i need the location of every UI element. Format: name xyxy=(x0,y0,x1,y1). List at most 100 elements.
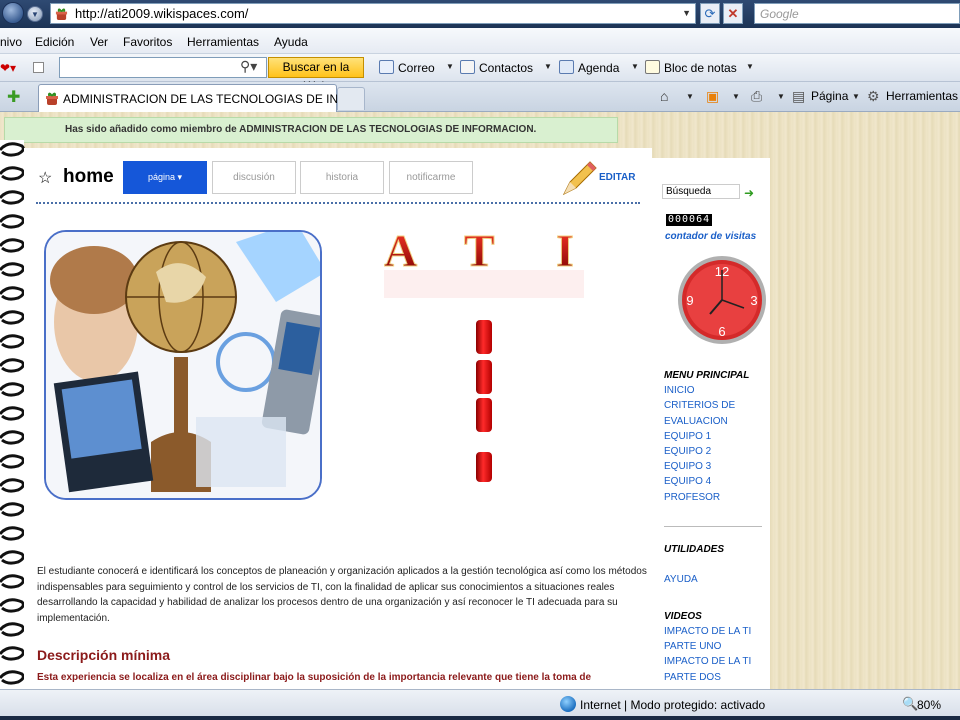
notepad-icon xyxy=(645,60,660,74)
go-arrow-icon[interactable]: ➜ xyxy=(744,186,754,200)
menu-herramientas[interactable]: Herramientas xyxy=(187,35,259,49)
sidebar-edge xyxy=(766,158,770,689)
contacts-button[interactable]: Contactos xyxy=(479,61,533,75)
toolbar-search-input[interactable] xyxy=(59,57,267,78)
binding-ring xyxy=(0,478,25,493)
binding-ring xyxy=(0,286,25,301)
tab-discusion[interactable]: discusión xyxy=(212,161,296,194)
magnifier-icon[interactable]: ⚲▾ xyxy=(240,58,257,75)
stop-icon[interactable]: ✕ xyxy=(723,3,743,24)
zoom-icon[interactable]: 🔍 xyxy=(902,696,918,712)
site-favicon-icon xyxy=(55,8,68,20)
video-link-2[interactable]: IMPACTO DE LA TI xyxy=(664,656,751,667)
sidebar: Búsqueda ➜ 000064 contador de visitas 12… xyxy=(652,158,766,689)
refresh-icon[interactable]: ⟳ xyxy=(700,3,720,24)
mail-dropdown-icon[interactable]: ▼ xyxy=(446,62,454,71)
menu-link-equipo-2[interactable]: EQUIPO 2 xyxy=(664,446,711,457)
video-link-1-part[interactable]: PARTE UNO xyxy=(664,641,721,652)
favorites-star-icon[interactable]: ✚ xyxy=(7,87,20,107)
contacts-dropdown-icon[interactable]: ▼ xyxy=(544,62,552,71)
pencil-icon[interactable] xyxy=(560,160,598,198)
forward-dropdown-button[interactable]: ▼ xyxy=(27,6,43,22)
home-icon[interactable]: ⌂ xyxy=(660,88,668,104)
star-icon[interactable]: ☆ xyxy=(38,168,52,188)
video-link-2-part[interactable]: PARTE DOS xyxy=(664,672,721,683)
mail-icon xyxy=(379,60,394,74)
zoom-level[interactable]: 80% xyxy=(917,698,941,712)
ati-letter-i: I xyxy=(556,228,574,276)
binding-ring xyxy=(0,382,25,397)
binding-ring xyxy=(0,406,25,421)
menu-link-inicio[interactable]: INICIO xyxy=(664,385,695,396)
toolbar-logo-icon[interactable]: ❤▾ xyxy=(0,61,16,75)
tools-menu-button[interactable]: Herramientas xyxy=(886,89,958,103)
ati-banner: A T I xyxy=(384,228,584,298)
utilities-heading: UTILIDADES xyxy=(664,544,724,555)
binding-ring xyxy=(0,454,25,469)
menu-favoritos[interactable]: Favoritos xyxy=(123,35,172,49)
page-dropdown-icon[interactable]: ▼ xyxy=(852,92,860,101)
intro-paragraph: El estudiante conocerá e identificará lo… xyxy=(37,566,647,624)
edit-link[interactable]: EDITAR xyxy=(599,172,635,183)
calendar-dropdown-icon[interactable]: ▼ xyxy=(631,62,639,71)
visit-counter: 000064 xyxy=(666,214,713,226)
clock-9: 9 xyxy=(686,293,693,308)
rss-icon[interactable]: ▣ xyxy=(706,88,719,105)
menu-link-equipo-4[interactable]: EQUIPO 4 xyxy=(664,476,711,487)
menu-link-equipo-3[interactable]: EQUIPO 3 xyxy=(664,461,711,472)
utilities-link-ayuda[interactable]: AYUDA xyxy=(664,574,698,585)
url-field[interactable]: http://ati2009.wikispaces.com/ ▼ xyxy=(50,3,696,24)
notepad-dropdown-icon[interactable]: ▼ xyxy=(746,62,754,71)
hero-image xyxy=(44,230,322,500)
tab-ati[interactable]: ADMINISTRACION DE LAS TECNOLOGIAS DE INF… xyxy=(38,84,354,112)
binding-ring xyxy=(0,310,25,325)
menu-ver[interactable]: Ver xyxy=(90,35,108,49)
tab-pagina[interactable]: página ▾ xyxy=(123,161,207,194)
print-icon[interactable]: ⎙ xyxy=(751,88,762,105)
calendar-button[interactable]: Agenda xyxy=(578,61,619,75)
search-toolbar: ❤▾ ⚲▾ Buscar en la Web Correo ▼ Contacto… xyxy=(0,54,960,93)
main-content: ☆ home página ▾ discusión historia notif… xyxy=(24,148,652,689)
binding-ring xyxy=(0,430,25,445)
ati-letter-a: A xyxy=(384,228,417,276)
back-button[interactable] xyxy=(2,2,24,24)
menu-heading: MENU PRINCIPAL xyxy=(664,370,750,381)
binding-ring xyxy=(0,622,25,637)
toolbar-checkbox-icon[interactable] xyxy=(33,62,44,73)
status-bar: Internet | Modo protegido: activado 🔍 80… xyxy=(0,689,960,720)
menu-ayuda[interactable]: Ayuda xyxy=(274,35,308,49)
binding-ring xyxy=(0,550,25,565)
ati-letter-t: T xyxy=(464,228,495,276)
tab-notificarme[interactable]: notificarme xyxy=(389,161,473,194)
page-viewport[interactable]: Has sido añadido como miembro de ADMINIS… xyxy=(0,112,960,689)
contacts-icon xyxy=(460,60,475,74)
page-menu-button[interactable]: Página xyxy=(811,89,848,103)
red-block-3 xyxy=(476,398,492,432)
binding-ring xyxy=(0,142,25,157)
tab-favicon-icon xyxy=(46,92,58,105)
new-tab-button[interactable] xyxy=(337,87,365,110)
browser-search-input[interactable]: Google xyxy=(754,3,960,24)
menu-link-criterios[interactable]: CRITERIOS DE xyxy=(664,400,735,411)
menu-link-equipo-1[interactable]: EQUIPO 1 xyxy=(664,431,711,442)
menu-link-evaluacion[interactable]: EVALUACION xyxy=(664,416,728,427)
menu-edicion[interactable]: Edición xyxy=(35,35,74,49)
page-title: home xyxy=(63,166,114,187)
mail-button[interactable]: Correo xyxy=(398,61,435,75)
video-link-1[interactable]: IMPACTO DE LA TI xyxy=(664,626,751,637)
menu-link-profesor[interactable]: PROFESOR xyxy=(664,492,720,503)
menu-archivo[interactable]: nivo xyxy=(0,35,22,49)
url-dropdown-icon[interactable]: ▼ xyxy=(682,8,691,18)
rss-dropdown-icon[interactable]: ▼ xyxy=(732,92,740,101)
binding-ring xyxy=(0,598,25,613)
red-block-2 xyxy=(476,360,492,394)
binding-ring xyxy=(0,670,25,685)
notepad-button[interactable]: Bloc de notas xyxy=(664,61,737,75)
web-search-button[interactable]: Buscar en la Web xyxy=(268,57,364,93)
binding-ring xyxy=(0,214,25,229)
tab-title: ADMINISTRACION DE LAS TECNOLOGIAS DE INF… xyxy=(63,92,355,106)
home-dropdown-icon[interactable]: ▼ xyxy=(686,92,694,101)
print-dropdown-icon[interactable]: ▼ xyxy=(777,92,785,101)
sidebar-search-input[interactable]: Búsqueda xyxy=(662,184,740,199)
tab-historia[interactable]: historia xyxy=(300,161,384,194)
